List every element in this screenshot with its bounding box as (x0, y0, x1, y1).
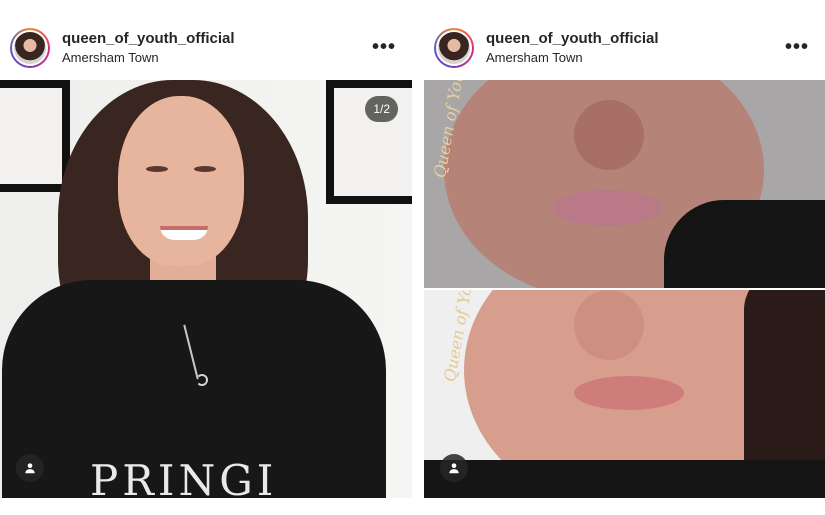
nose (574, 100, 644, 170)
location-link[interactable]: Amersham Town (62, 50, 235, 66)
post-media[interactable]: Queen of Youth Queen of Youth (424, 80, 825, 498)
username-link[interactable]: queen_of_youth_official (486, 30, 659, 48)
user-tag-icon[interactable] (16, 454, 44, 482)
wall-frame (0, 80, 70, 192)
post-header: queen_of_youth_official Amersham Town ••… (10, 24, 402, 72)
after-photo: Queen of Youth (424, 290, 825, 498)
eye (194, 166, 216, 172)
more-horizontal-icon[interactable]: ••• (372, 36, 396, 59)
post-media[interactable]: PRINGI 1/2 (0, 80, 412, 498)
username-link[interactable]: queen_of_youth_official (62, 30, 235, 48)
avatar-image (436, 30, 472, 66)
user-meta: queen_of_youth_official Amersham Town (62, 30, 235, 66)
sweater-text: PRINGI (90, 456, 278, 498)
person-icon (449, 463, 459, 474)
slide-counter: 1/2 (365, 96, 398, 122)
shirt (664, 200, 825, 288)
portrait-photo: PRINGI (0, 80, 412, 498)
smile (160, 226, 208, 240)
lips (574, 376, 684, 410)
user-tag-icon[interactable] (440, 454, 468, 482)
moon-pendant (196, 374, 208, 386)
shirt (424, 460, 825, 498)
post-left: queen_of_youth_official Amersham Town ••… (0, 0, 412, 515)
person-icon (25, 463, 35, 474)
face (118, 96, 244, 266)
eye (146, 166, 168, 172)
location-link[interactable]: Amersham Town (486, 50, 659, 66)
user-meta: queen_of_youth_official Amersham Town (486, 30, 659, 66)
lips (552, 190, 662, 226)
nose (574, 290, 644, 360)
avatar[interactable] (10, 28, 50, 68)
avatar-image (12, 30, 48, 66)
avatar[interactable] (434, 28, 474, 68)
instagram-posts-comparison: queen_of_youth_official Amersham Town ••… (0, 0, 825, 515)
post-right: queen_of_youth_official Amersham Town ••… (424, 0, 825, 515)
more-horizontal-icon[interactable]: ••• (785, 36, 809, 59)
post-header: queen_of_youth_official Amersham Town ••… (434, 24, 815, 72)
before-photo: Queen of Youth (424, 80, 825, 288)
